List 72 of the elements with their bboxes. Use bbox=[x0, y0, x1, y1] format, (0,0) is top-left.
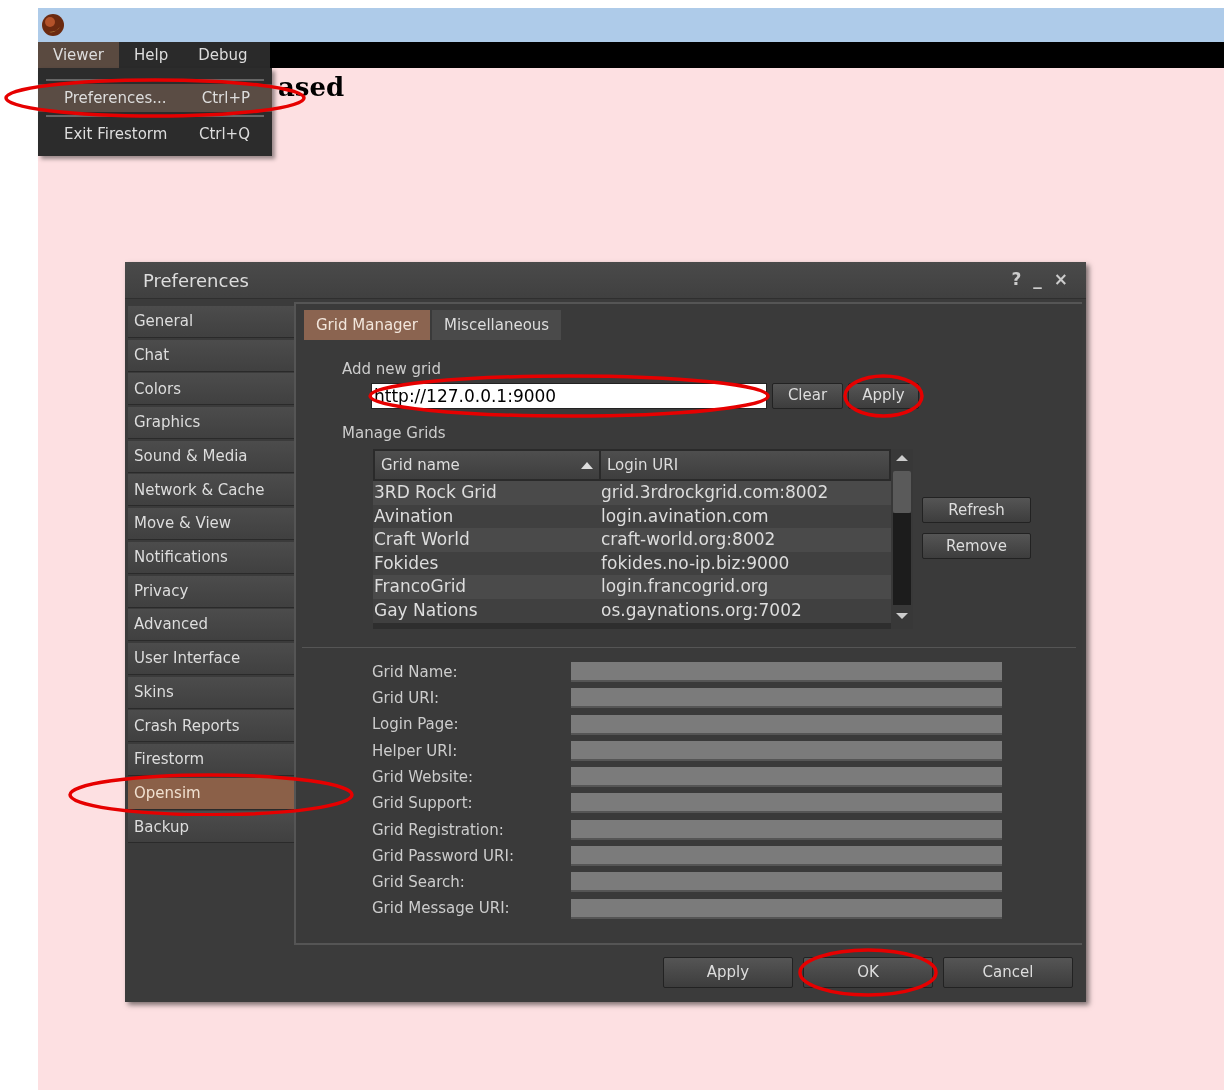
table-cell-text: craft-world.org:8002 bbox=[601, 528, 777, 552]
title-button[interactable]: ? bbox=[1011, 267, 1022, 293]
grid-url-field[interactable]: http://127.0.0.1:9000 bbox=[371, 382, 767, 409]
tab[interactable]: Grid Manager bbox=[304, 310, 430, 340]
sidebar-item[interactable]: Crash Reports bbox=[128, 710, 294, 743]
grid-detail-field[interactable] bbox=[571, 688, 1002, 709]
table-cell-text: 3RD Rock Grid bbox=[373, 481, 498, 505]
sort-ascending-icon bbox=[581, 461, 593, 469]
grid-detail-field[interactable] bbox=[571, 819, 1002, 840]
menu-bar-item[interactable]: Help bbox=[119, 42, 184, 68]
grid-detail-field[interactable] bbox=[571, 740, 1002, 761]
sidebar-item[interactable]: Notifications bbox=[128, 541, 294, 574]
sidebar-item[interactable]: Skins bbox=[128, 676, 294, 709]
grid-detail-field[interactable] bbox=[571, 793, 1002, 814]
dialog-button[interactable]: OK bbox=[803, 957, 933, 988]
grid-action-button[interactable]: Clear bbox=[772, 382, 843, 409]
sidebar-item[interactable]: Advanced bbox=[128, 609, 294, 642]
sidebar-item[interactable]: Network & Cache bbox=[128, 474, 294, 507]
table-cell-text: os.gaynations.org:7002 bbox=[601, 599, 803, 622]
dialog-button[interactable]: Apply bbox=[663, 957, 793, 988]
grid-detail-field[interactable] bbox=[571, 898, 1002, 919]
sidebar-item[interactable]: General bbox=[128, 306, 294, 338]
field-label: Grid URI: bbox=[372, 688, 441, 710]
menu-item[interactable]: Preferences... Ctrl+P bbox=[38, 84, 272, 112]
sidebar-item[interactable]: Opensim bbox=[128, 777, 294, 810]
sidebar-item[interactable]: Move & View bbox=[128, 508, 294, 541]
field-label: Grid Message URI: bbox=[372, 898, 511, 920]
title-button[interactable]: _ bbox=[1033, 267, 1042, 293]
sidebar-item[interactable]: Colors bbox=[128, 373, 294, 406]
column-header[interactable]: Login URI bbox=[601, 451, 889, 479]
table-cell-text: FrancoGrid bbox=[373, 575, 468, 599]
table-cell-text: Avination bbox=[373, 504, 455, 528]
sidebar-item[interactable]: Sound & Media bbox=[128, 440, 294, 473]
dialog-title: Preferences bbox=[143, 268, 249, 293]
list-action-button[interactable]: Refresh bbox=[922, 497, 1031, 523]
grid-action-button[interactable]: Apply bbox=[848, 382, 919, 409]
field-label: Grid Search: bbox=[372, 872, 466, 894]
tab[interactable]: Miscellaneous bbox=[432, 310, 562, 340]
table-cell-text: fokides.no-ip.biz:9000 bbox=[601, 551, 791, 575]
field-label: Grid Name: bbox=[372, 661, 459, 683]
app-logo-icon bbox=[41, 13, 65, 37]
table-cell-text: login.francogrid.org bbox=[601, 575, 770, 599]
field-label: Grid Password URI: bbox=[372, 845, 515, 867]
field-label: Login Page: bbox=[372, 714, 460, 736]
sidebar-item[interactable]: Graphics bbox=[128, 407, 294, 440]
sidebar-item[interactable]: Firestorm bbox=[128, 743, 294, 776]
list-action-button[interactable]: Remove bbox=[922, 533, 1031, 559]
table-cell-text: Gay Nations bbox=[373, 599, 479, 622]
grid-detail-field[interactable] bbox=[571, 714, 1002, 735]
title-button[interactable]: × bbox=[1053, 267, 1068, 293]
grid-detail-field[interactable] bbox=[571, 872, 1002, 893]
sidebar-item[interactable]: Chat bbox=[128, 339, 294, 372]
field-label: Grid Support: bbox=[372, 793, 474, 815]
grid-detail-field[interactable] bbox=[571, 767, 1002, 788]
field-label: Helper URI: bbox=[372, 740, 459, 762]
field-label: Grid Website: bbox=[372, 766, 475, 788]
table-cell-text: grid.3rdrockgrid.com:8002 bbox=[601, 481, 830, 505]
grid-detail-field[interactable] bbox=[571, 662, 1002, 682]
field-label: Grid Registration: bbox=[372, 819, 505, 841]
field-label: Add new grid bbox=[342, 359, 441, 380]
menu-bar-item[interactable]: Debug bbox=[183, 42, 263, 68]
sidebar-item[interactable]: User Interface bbox=[128, 642, 294, 675]
table-cell-text: Craft World bbox=[373, 528, 471, 552]
menu-item[interactable]: Exit Firestorm Ctrl+Q bbox=[38, 120, 272, 148]
table-cell-text: login.avination.com bbox=[601, 504, 770, 528]
table-cell-text: Fokides bbox=[373, 551, 440, 575]
menu-bar-item[interactable]: Viewer bbox=[38, 42, 119, 68]
dialog-button[interactable]: Cancel bbox=[943, 957, 1073, 988]
grid-detail-field[interactable] bbox=[571, 846, 1002, 867]
sidebar-item[interactable]: Privacy bbox=[128, 575, 294, 608]
column-header[interactable]: Grid name bbox=[375, 451, 599, 479]
field-label: Manage Grids bbox=[342, 422, 446, 444]
